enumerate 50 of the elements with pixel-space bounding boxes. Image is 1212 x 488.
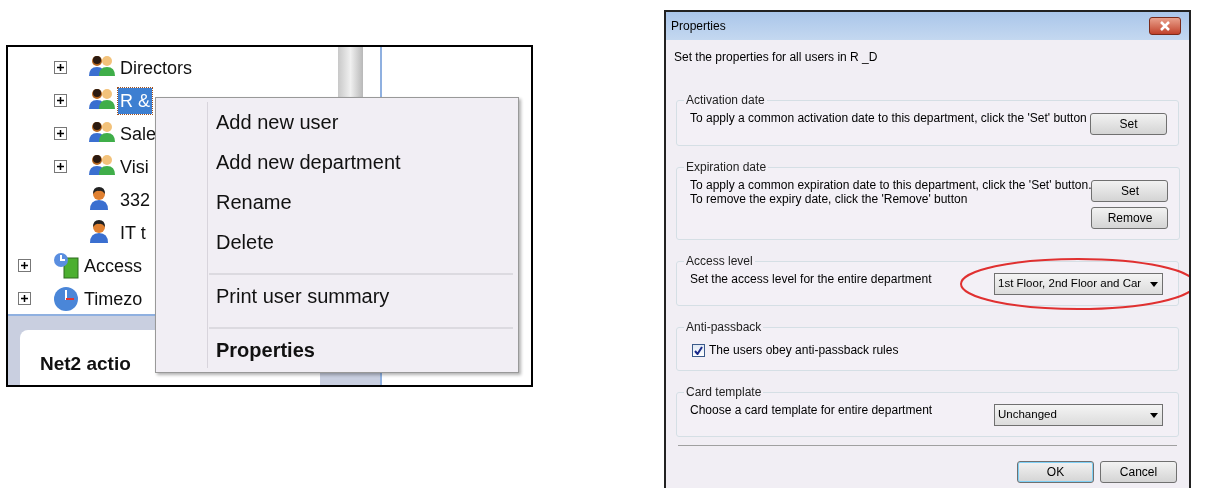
group-title: Anti-passback — [685, 319, 763, 336]
description-text: To apply a common expiration date to this department, click the 'Set' button. — [690, 178, 1092, 192]
expand-icon[interactable] — [54, 127, 67, 140]
tree-item[interactable]: 332 — [118, 186, 153, 213]
tree-item[interactable]: Directors — [118, 54, 194, 81]
close-button[interactable] — [1149, 17, 1181, 35]
close-icon — [1160, 21, 1170, 31]
menu-item[interactable]: Properties — [209, 327, 513, 375]
group-title: Access level — [685, 253, 754, 270]
tree-item[interactable]: IT t — [118, 219, 148, 246]
button[interactable]: Remove — [1091, 207, 1169, 229]
expand-icon[interactable] — [18, 292, 31, 305]
menu-item[interactable]: Add new department — [209, 147, 513, 187]
window-title: Properties — [671, 18, 726, 35]
dropdown-arrow-icon — [1150, 412, 1158, 418]
description-text: Set the access level for the entire department — [690, 272, 932, 286]
description-text: Choose a card template for entire department — [690, 403, 933, 417]
clock-icon — [52, 284, 80, 313]
tree-item[interactable]: Access — [82, 252, 145, 279]
menu-item[interactable]: Print user summary — [209, 273, 513, 321]
menu-item[interactable]: Rename — [209, 187, 513, 227]
dropdown-arrow-icon — [1150, 281, 1158, 287]
button[interactable]: OK — [1017, 461, 1094, 483]
checkmark-icon — [694, 345, 703, 355]
menu-item[interactable]: Delete — [209, 227, 513, 267]
dropdown-value: 1st Floor, 2nd Floor and Car — [998, 276, 1142, 292]
expand-icon[interactable] — [54, 94, 67, 107]
expand-icon[interactable] — [54, 61, 67, 74]
dropdown-value: Unchanged — [998, 407, 1057, 423]
expand-icon[interactable] — [54, 160, 67, 173]
tree-item[interactable]: Sale — [118, 120, 159, 147]
button[interactable]: Set — [1090, 113, 1167, 135]
menu-item[interactable]: Add new user — [209, 107, 513, 147]
expand-icon[interactable] — [18, 259, 31, 272]
button[interactable]: Cancel — [1100, 461, 1177, 483]
tree-item[interactable]: Timezo — [82, 285, 145, 312]
group-title: Expiration date — [685, 159, 768, 176]
description-text: To remove the expiry date, click the 'Remove' button — [690, 192, 969, 206]
tree-item[interactable]: Visi — [118, 153, 151, 180]
intro-text: Set the properties for all users in R _D — [674, 49, 879, 66]
tree-item[interactable]: R & — [118, 87, 152, 114]
button[interactable]: Set — [1091, 180, 1169, 202]
dropdown[interactable]: Unchanged — [994, 404, 1163, 426]
description-text: To apply a common activation date to this department, click the 'Set' button — [690, 111, 1087, 125]
clock-door-icon — [52, 251, 80, 280]
group-title: Activation date — [685, 92, 766, 109]
group-title: Card template — [685, 384, 763, 401]
checkbox-label: The users obey anti-passback rules — [709, 342, 899, 359]
dropdown[interactable]: 1st Floor, 2nd Floor and Car — [994, 273, 1163, 295]
checkbox[interactable] — [692, 343, 705, 357]
